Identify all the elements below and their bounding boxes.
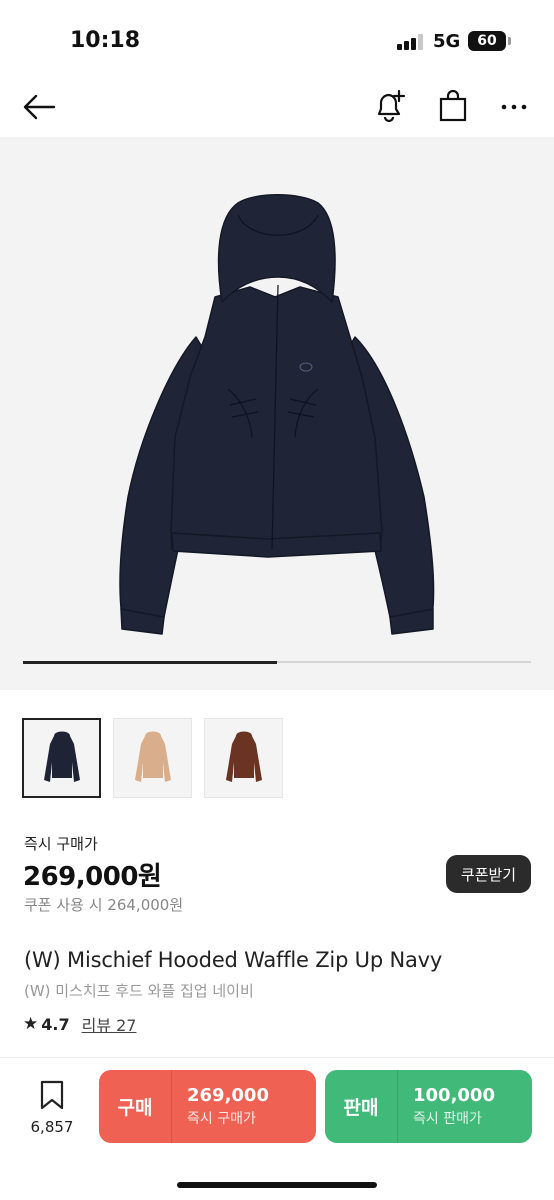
sell-button[interactable]: 판매 100,000 즉시 판매가 <box>325 1070 532 1143</box>
sell-sublabel: 즉시 판매가 <box>413 1111 482 1127</box>
wishlist-count: 6,857 <box>30 1118 74 1136</box>
jacket-thumbnail <box>43 731 80 782</box>
status-time: 10:18 <box>70 28 141 53</box>
instant-buy-label: 즉시 구매가 <box>24 835 98 853</box>
divider <box>0 1057 554 1058</box>
shopping-bag-icon <box>439 89 467 122</box>
thumbnail-list <box>22 718 283 798</box>
restock-alert-button[interactable] <box>370 86 410 126</box>
thumbnail-beige[interactable] <box>113 718 192 798</box>
buy-label: 구매 <box>117 1097 153 1119</box>
jacket-image <box>119 194 435 635</box>
top-nav <box>0 78 554 136</box>
home-indicator <box>177 1182 377 1188</box>
get-coupon-button[interactable]: 쿠폰받기 <box>446 855 531 893</box>
status-bar: 10:18 5G 60 <box>0 0 554 78</box>
star-icon: ★ <box>23 1014 39 1034</box>
image-progress-track <box>23 660 531 664</box>
thumbnail-navy[interactable] <box>22 718 101 798</box>
jacket-thumbnail <box>134 731 171 782</box>
network-type: 5G <box>433 31 461 52</box>
jacket-thumbnail <box>225 731 262 782</box>
sell-label: 판매 <box>343 1097 379 1119</box>
back-button[interactable] <box>19 87 59 127</box>
bell-plus-icon <box>377 89 406 123</box>
sell-price: 100,000 <box>413 1085 495 1106</box>
buy-sublabel: 즉시 구매가 <box>187 1111 256 1127</box>
bookmark-icon <box>40 1080 64 1110</box>
battery-nub <box>508 37 511 45</box>
thumbnail-brown[interactable] <box>204 718 283 798</box>
cart-button[interactable] <box>433 86 473 126</box>
coupon-price: 쿠폰 사용 시 264,000원 <box>24 896 184 914</box>
arrow-left-icon <box>23 94 56 120</box>
review-link[interactable]: 리뷰 27 <box>82 1012 137 1036</box>
product-image-carousel[interactable] <box>0 137 554 690</box>
battery-icon: 60 <box>468 31 506 51</box>
buy-button[interactable]: 구매 269,000 즉시 구매가 <box>99 1070 316 1143</box>
cellular-signal-icon <box>397 34 425 50</box>
rating-row: ★ 4.7 리뷰 27 <box>23 1012 136 1036</box>
wishlist-button[interactable]: 6,857 <box>26 1080 78 1136</box>
more-button[interactable] <box>494 87 534 127</box>
image-progress-fill <box>23 660 277 664</box>
price: 269,000원 <box>23 862 162 892</box>
buy-price: 269,000 <box>187 1085 269 1106</box>
product-title-korean: (W) 미스치프 후드 와플 집업 네이비 <box>24 982 254 1000</box>
rating-value: 4.7 <box>41 1014 70 1034</box>
product-title: (W) Mischief Hooded Waffle Zip Up Navy <box>24 948 443 972</box>
more-horizontal-icon <box>501 104 527 110</box>
